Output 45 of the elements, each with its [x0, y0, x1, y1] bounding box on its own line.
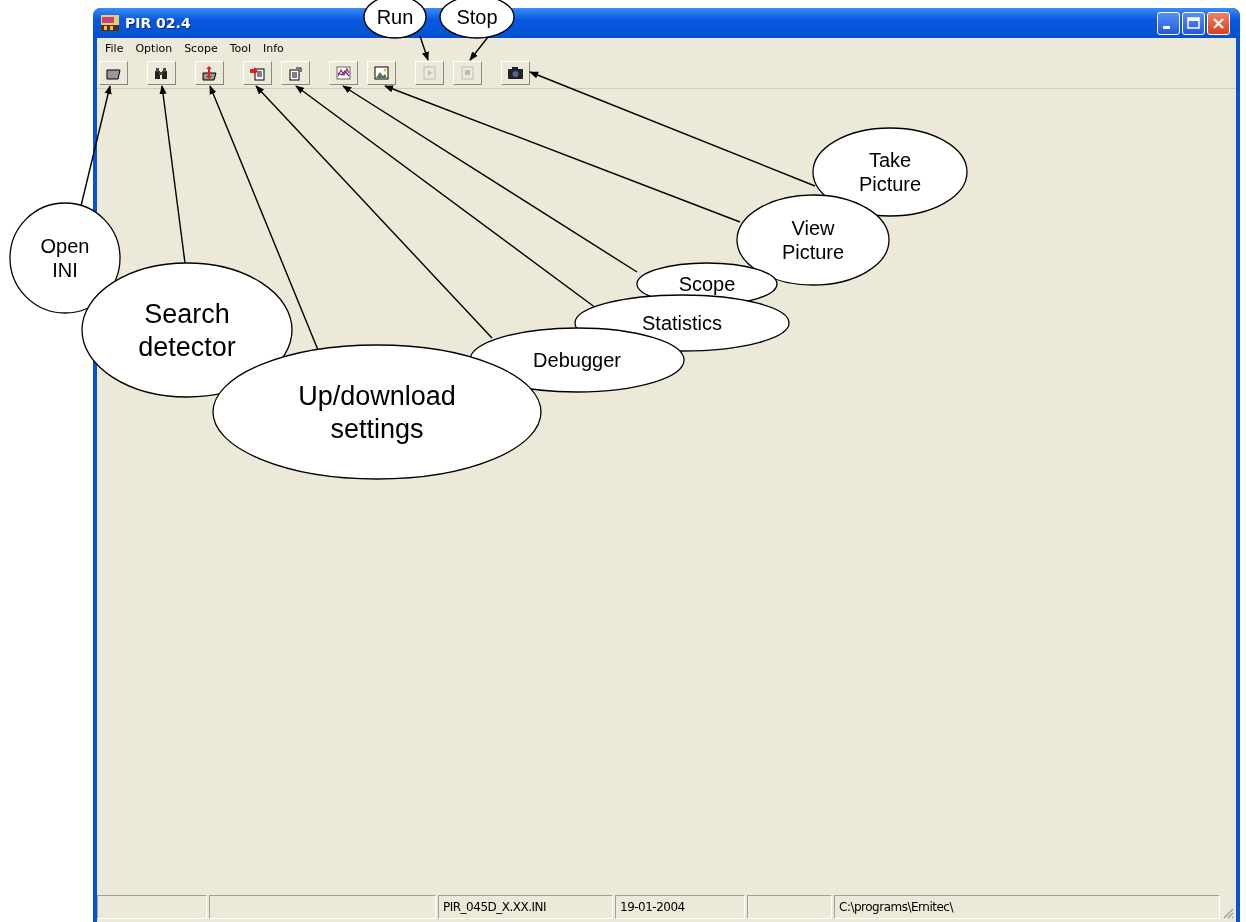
callout-arrow — [419, 35, 429, 61]
callout-label: Stop — [456, 6, 498, 28]
status-panel: PIR_045D_X.XX.INI — [438, 895, 613, 919]
callout-label: Take Picture — [858, 149, 922, 195]
callout-label: Open INI — [40, 235, 90, 281]
menu-item[interactable]: Tool — [223, 41, 258, 55]
close-button[interactable] — [1207, 11, 1230, 35]
document-button[interactable] — [281, 61, 310, 85]
menu-item[interactable]: Option — [129, 41, 179, 55]
maximize-button[interactable] — [1182, 11, 1205, 35]
folder-arrows-button[interactable] — [195, 61, 224, 85]
callout-label: Up/download settings — [298, 381, 456, 444]
callout-label: Statistics — [642, 312, 722, 334]
callout-label: Search detector — [138, 299, 236, 362]
window-title: PIR 02.4 — [125, 15, 191, 31]
camera-icon — [507, 65, 524, 81]
callout-label: Debugger — [533, 349, 621, 371]
callout-label: Scope — [678, 273, 736, 295]
landscape-icon — [373, 65, 390, 81]
landscape-button[interactable] — [367, 61, 396, 85]
chart-icon — [335, 65, 352, 81]
status-panel: C:\programs\Ernitec\ — [834, 895, 1220, 919]
app-icon — [101, 15, 119, 31]
binoculars-button[interactable] — [147, 61, 176, 85]
status-panel: 19-01-2004 — [615, 895, 745, 919]
minimize-icon — [1162, 25, 1170, 29]
play-icon — [421, 65, 438, 81]
menu-item[interactable]: Info — [257, 41, 290, 55]
minimize-button[interactable] — [1157, 11, 1180, 35]
binoculars-icon — [153, 65, 170, 81]
callout-bubble — [363, 0, 427, 39]
menu-item[interactable]: File — [99, 41, 130, 55]
folder-button[interactable] — [99, 61, 128, 85]
folder-arrows-icon — [201, 65, 218, 81]
menu-item[interactable]: Scope — [178, 41, 224, 55]
callout-label: View Picture — [781, 217, 845, 263]
camera-button[interactable] — [501, 61, 530, 85]
chart-button[interactable] — [329, 61, 358, 85]
callout-label: Run — [376, 6, 414, 28]
document-arrow-button[interactable] — [243, 61, 272, 85]
stop-icon — [459, 65, 476, 81]
document-arrow-icon — [249, 65, 266, 81]
callout-arrow — [469, 36, 489, 61]
resize-grip-icon — [1222, 907, 1234, 919]
document-icon — [287, 65, 304, 81]
